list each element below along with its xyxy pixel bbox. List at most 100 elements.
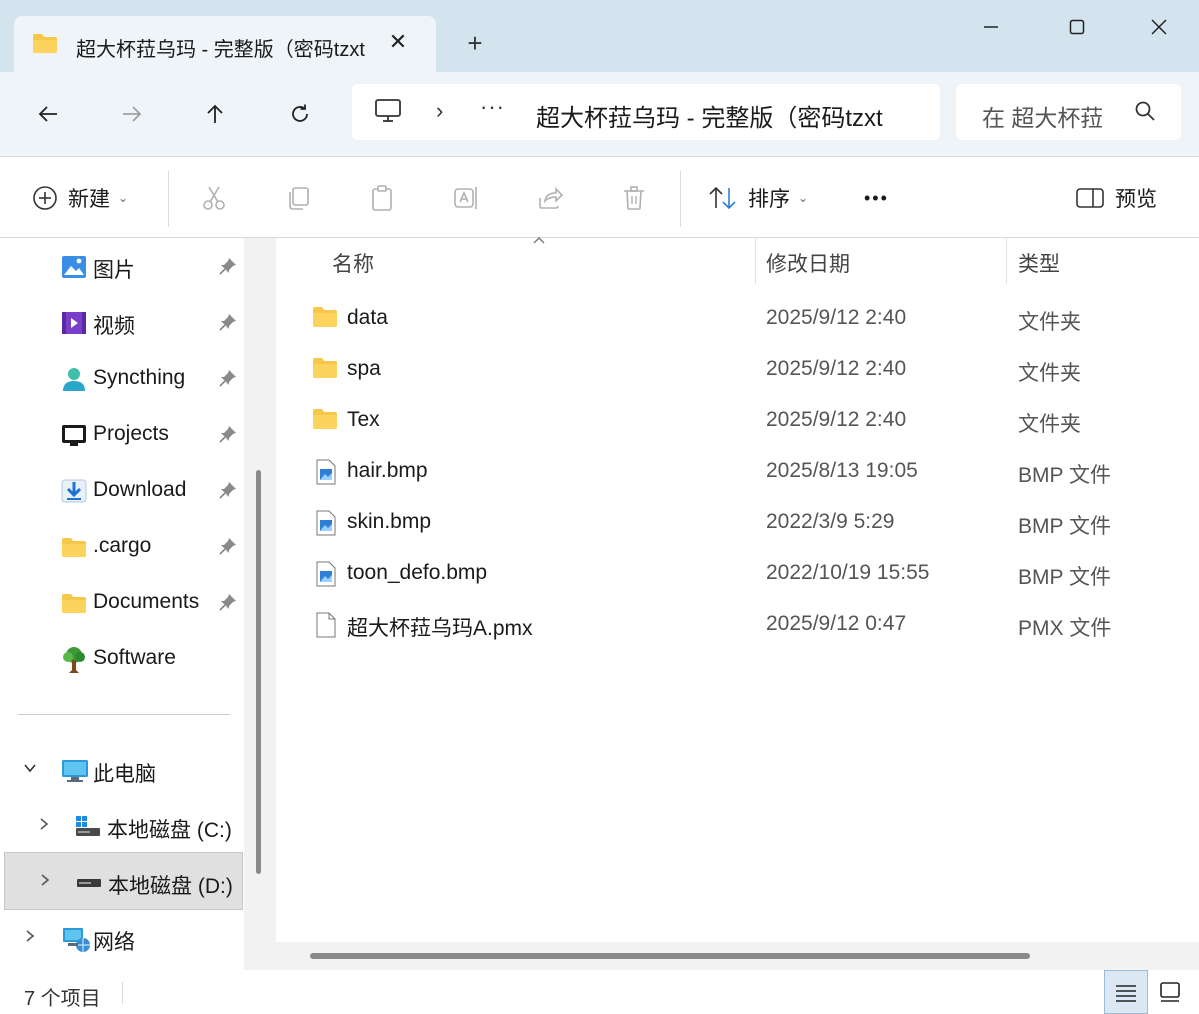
window-tab[interactable]: 超大杯菈乌玛 - 完整版（密码tzxt ✕ <box>14 16 436 72</box>
drive-icon <box>75 870 101 896</box>
file-name: toon_defo.bmp <box>347 561 488 584</box>
file-name: spa <box>347 357 381 380</box>
file-date: 2025/9/12 2:40 <box>766 357 907 380</box>
table-row[interactable]: 超大杯菈乌玛A.pmx 2025/9/12 0:47 PMX 文件 <box>276 598 1199 649</box>
file-type: 文件夹 <box>1018 311 1081 334</box>
preview-button[interactable]: 预览 <box>1075 177 1157 219</box>
sidebar-item-syncthing[interactable]: Syncthing <box>0 352 244 404</box>
column-divider[interactable] <box>755 238 756 284</box>
column-divider[interactable] <box>1006 238 1007 284</box>
horizontal-scrollbar-thumb[interactable] <box>310 953 1030 959</box>
arrow-left-icon <box>38 106 57 122</box>
pin-icon[interactable] <box>218 312 238 337</box>
rename-button[interactable] <box>451 183 481 213</box>
arrow-right-icon <box>123 106 142 122</box>
pin-icon[interactable] <box>218 368 238 393</box>
details-view-button[interactable] <box>1104 970 1148 1014</box>
column-header-type[interactable]: 类型 <box>1018 248 1060 278</box>
sidebar-item-pictures[interactable]: 图片 <box>0 240 244 292</box>
sidebar-item-drive-d[interactable]: 本地磁盘 (D:) <box>4 852 243 910</box>
sidebar-item-videos[interactable]: 视频 <box>0 296 244 348</box>
sidebar-scrollbar-thumb[interactable] <box>256 470 261 874</box>
file-date: 2022/3/9 5:29 <box>766 510 895 533</box>
back-button[interactable] <box>28 94 68 134</box>
column-header-name[interactable]: 名称 <box>332 248 374 278</box>
table-row[interactable]: skin.bmp 2022/3/9 5:29 BMP 文件 <box>276 496 1199 547</box>
chevron-right-icon[interactable] <box>22 928 38 949</box>
more-options-button[interactable]: ••• <box>864 177 889 219</box>
sidebar-item-network[interactable]: 网络 <box>0 912 244 964</box>
share-button[interactable] <box>535 183 565 213</box>
cut-button[interactable] <box>199 183 229 213</box>
sidebar-item-drive-c[interactable]: 本地磁盘 (C:) <box>0 800 244 852</box>
sort-button[interactable]: 排序 ⌄ <box>708 177 808 219</box>
sidebar-item-label: 本地磁盘 (D:) <box>108 875 233 898</box>
sort-ascending-icon <box>532 234 546 248</box>
refresh-button[interactable] <box>280 94 320 134</box>
sidebar-item-projects[interactable]: Projects <box>0 408 244 460</box>
pin-icon[interactable] <box>218 592 238 617</box>
table-row[interactable]: Tex 2025/9/12 2:40 文件夹 <box>276 394 1199 445</box>
pin-icon[interactable] <box>218 424 238 449</box>
search-icon[interactable] <box>1134 100 1156 127</box>
maximize-button[interactable] <box>1054 10 1100 44</box>
chevron-right-icon[interactable] <box>36 816 52 837</box>
close-window-button[interactable] <box>1136 10 1182 44</box>
image-file-icon <box>316 561 336 592</box>
videos-icon <box>61 310 87 336</box>
sidebar-item-label: Syncthing <box>93 366 186 389</box>
address-chevron[interactable]: › <box>436 98 443 124</box>
image-file-icon <box>316 459 336 490</box>
pin-icon[interactable] <box>218 536 238 561</box>
plus-circle-icon <box>33 186 57 210</box>
delete-button[interactable] <box>619 183 649 213</box>
search-input[interactable]: 在 超大杯菈 <box>982 99 1102 133</box>
file-type: BMP 文件 <box>1018 566 1111 589</box>
copy-button[interactable] <box>283 183 313 213</box>
table-row[interactable]: toon_defo.bmp 2022/10/19 15:55 BMP 文件 <box>276 547 1199 598</box>
address-path[interactable]: 超大杯菈乌玛 - 完整版（密码tzxt <box>536 98 926 133</box>
sort-label: 排序 <box>748 188 790 211</box>
toolbar-divider <box>680 171 681 227</box>
sidebar-item-software[interactable]: Software <box>0 632 244 684</box>
sidebar-item-this-pc[interactable]: 此电脑 <box>0 744 244 796</box>
close-tab-icon[interactable]: ✕ <box>384 28 412 56</box>
table-row[interactable]: spa 2025/9/12 2:40 文件夹 <box>276 343 1199 394</box>
sidebar-item-label: 此电脑 <box>93 763 156 786</box>
address-more-button[interactable]: ··· <box>480 94 505 120</box>
maximize-icon <box>1069 19 1085 35</box>
list-view-icon <box>1116 985 1136 1002</box>
tiles-view-button[interactable] <box>1148 970 1192 1014</box>
new-tab-button[interactable]: + <box>460 28 490 58</box>
minimize-button[interactable] <box>968 10 1014 44</box>
sidebar-item-download[interactable]: Download <box>0 464 244 516</box>
chevron-down-icon[interactable] <box>22 760 38 781</box>
rename-icon <box>454 187 477 209</box>
monitor-icon <box>374 98 402 129</box>
sidebar-item-label: Documents <box>93 590 200 613</box>
chevron-right-icon[interactable] <box>37 872 53 893</box>
forward-button[interactable] <box>112 94 152 134</box>
pin-icon[interactable] <box>218 256 238 281</box>
file-date: 2025/9/12 2:40 <box>766 408 907 431</box>
up-button[interactable] <box>195 94 235 134</box>
sidebar-item-label: .cargo <box>93 534 152 557</box>
column-header-modified[interactable]: 修改日期 <box>766 248 850 278</box>
file-icon <box>316 612 336 643</box>
status-divider <box>122 982 123 1004</box>
sidebar-item-documents[interactable]: Documents <box>0 576 244 628</box>
sidebar-item-label: Projects <box>93 422 169 445</box>
table-row[interactable]: hair.bmp 2025/8/13 19:05 BMP 文件 <box>276 445 1199 496</box>
close-icon <box>1151 19 1167 35</box>
file-type: BMP 文件 <box>1018 515 1111 538</box>
address-bar[interactable]: › ··· 超大杯菈乌玛 - 完整版（密码tzxt <box>352 84 940 140</box>
trash-icon <box>624 186 644 210</box>
windows-drive-icon <box>74 814 100 840</box>
new-button[interactable]: 新建 ⌄ <box>32 177 128 219</box>
sidebar-item-cargo[interactable]: .cargo <box>0 520 244 572</box>
paste-button[interactable] <box>367 183 397 213</box>
pin-icon[interactable] <box>218 480 238 505</box>
search-box[interactable]: 在 超大杯菈 <box>956 84 1181 140</box>
table-row[interactable]: data 2025/9/12 2:40 文件夹 <box>276 292 1199 343</box>
status-bar: 7 个项目 <box>0 970 1199 1014</box>
